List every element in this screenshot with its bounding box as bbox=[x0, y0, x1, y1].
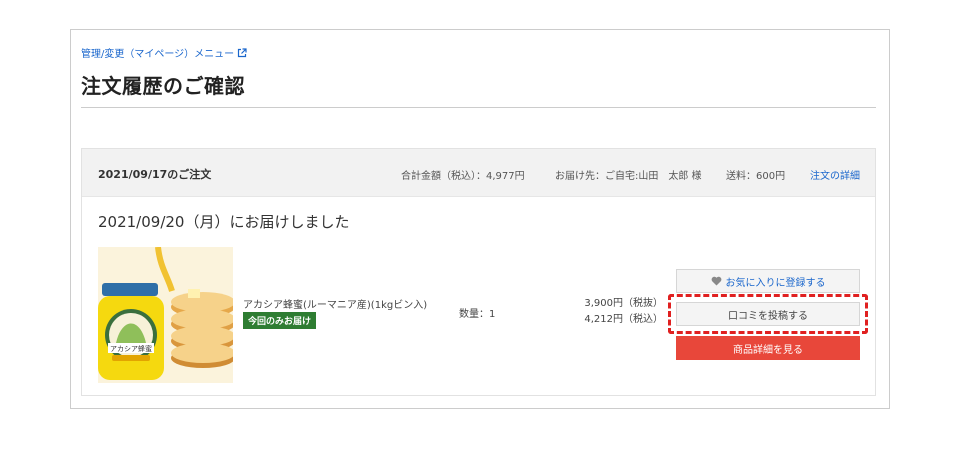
heart-icon bbox=[711, 276, 721, 286]
mypage-menu-label: 管理/変更（マイページ）メニュー bbox=[81, 49, 235, 60]
product-detail-label: 商品詳細を見る bbox=[733, 344, 803, 356]
post-review-button[interactable]: 口コミを投稿する bbox=[676, 302, 860, 326]
order-total: 合計金額（税込）：4,977円 bbox=[401, 171, 525, 182]
title-divider bbox=[81, 107, 876, 108]
add-favorite-button[interactable]: お気に入りに登録する bbox=[676, 269, 860, 293]
product-name[interactable]: アカシア蜂蜜(ルーマニア産)(1kgビン入) bbox=[243, 296, 427, 311]
product-detail-button[interactable]: 商品詳細を見る bbox=[676, 336, 860, 360]
jar-label: アカシア蜂蜜 bbox=[110, 344, 152, 353]
order-detail-link[interactable]: 注文の詳細 bbox=[810, 167, 860, 182]
order-date: 2021/09/17のご注文 bbox=[98, 168, 212, 181]
order-shipping: 送料：600円 bbox=[726, 171, 786, 182]
price-incl-tax: 4,212円（税込） bbox=[584, 314, 663, 325]
product-quantity: 数量：1 bbox=[459, 309, 496, 320]
one-time-delivery-badge: 今回のみお届け bbox=[243, 312, 317, 329]
add-favorite-label: お気に入りに登録する bbox=[725, 277, 826, 289]
external-link-icon bbox=[238, 47, 247, 57]
price-excl-tax: 3,900円（税抜） bbox=[584, 298, 663, 309]
product-image[interactable]: アカシア蜂蜜 bbox=[98, 247, 233, 383]
mypage-menu-link[interactable]: 管理/変更（マイページ）メニュー bbox=[81, 45, 247, 60]
order-destination: お届け先：ご自宅:山田 太郎 様 bbox=[555, 171, 702, 182]
delivery-status: 2021/09/20（月）にお届けしました bbox=[98, 213, 350, 231]
post-review-label: 口コミを投稿する bbox=[728, 310, 808, 322]
page-frame: 管理/変更（マイページ）メニュー 注文履歴のご確認 2021/09/17のご注文… bbox=[70, 29, 890, 409]
order-header: 2021/09/17のご注文 合計金額（税込）：4,977円 お届け先：ご自宅:… bbox=[82, 149, 875, 197]
order-card: 2021/09/17のご注文 合計金額（税込）：4,977円 お届け先：ご自宅:… bbox=[81, 148, 876, 396]
page-title: 注文履歴のご確認 bbox=[81, 74, 245, 98]
product-price: 3,900円（税抜） 4,212円（税込） bbox=[584, 296, 663, 328]
